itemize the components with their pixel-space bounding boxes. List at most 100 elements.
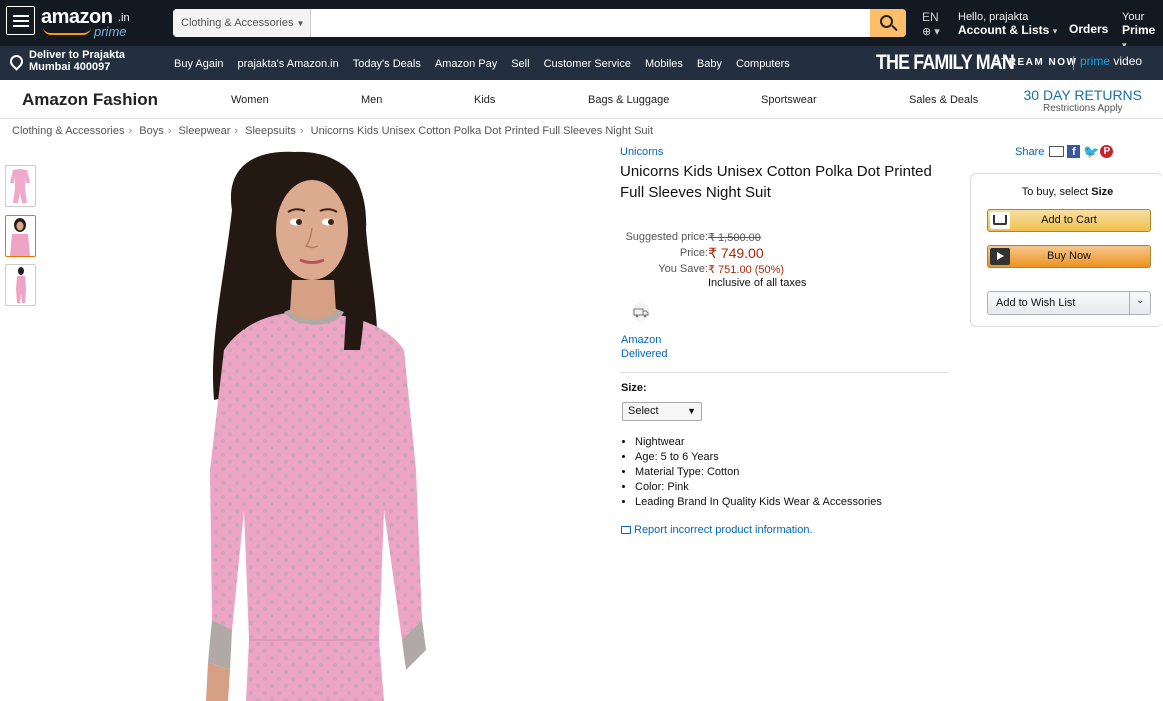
feature-bullet: Color: Pink — [635, 480, 882, 495]
buy-now-button[interactable]: Buy Now — [987, 245, 1151, 268]
language-selector[interactable]: EN ⊕ ▾ — [922, 10, 940, 38]
subnav-link-sell[interactable]: Sell — [511, 58, 529, 70]
location-pin-icon — [7, 52, 26, 71]
size-select-value: Select — [628, 405, 659, 417]
subnav-link-your-amazon[interactable]: prajakta's Amazon.in — [238, 58, 339, 70]
breadcrumb-separator-icon: › — [128, 125, 133, 137]
globe-icon: ⊕ ▾ — [922, 26, 940, 38]
size-label: Size: — [621, 382, 647, 394]
returns-banner[interactable]: 30 DAY RETURNS Restrictions Apply — [1023, 87, 1142, 114]
price-label: Price: — [679, 247, 708, 259]
search-input[interactable] — [311, 9, 871, 37]
thumbnail-3[interactable] — [5, 264, 36, 306]
cart-icon — [990, 212, 1010, 229]
prime-video-logo: prime video — [1080, 54, 1143, 68]
add-to-wish-list-button[interactable]: Add to Wish List ⌄ — [987, 291, 1151, 315]
buy-now-label: Buy Now — [1046, 250, 1092, 262]
wish-list-label: Add to Wish List — [996, 297, 1076, 309]
report-incorrect-info-link[interactable]: Report incorrect product information. — [621, 524, 813, 536]
play-icon — [990, 248, 1010, 265]
thumbnail-1[interactable] — [5, 165, 36, 207]
price-value: ₹ 749.00 — [708, 245, 764, 261]
report-text: Report incorrect product information. — [634, 524, 813, 536]
suggested-price-label: Suggested price: — [625, 231, 708, 243]
fashion-link-men[interactable]: Men — [361, 94, 382, 106]
breadcrumb-separator-icon: › — [234, 125, 239, 137]
breadcrumb: Clothing & Accessories › Boys › Sleepwear ›… — [12, 125, 653, 137]
account-lists-label: Account & Lists ▾ — [958, 23, 1058, 37]
deliver-line-2: Mumbai 400097 — [29, 61, 111, 73]
divider — [620, 372, 948, 373]
breadcrumb-item[interactable]: Sleepwear — [178, 125, 230, 137]
subnav-link-mobiles[interactable]: Mobiles — [645, 58, 683, 70]
logo-smile-icon — [43, 27, 91, 35]
inclusive-taxes-note: Inclusive of all taxes — [708, 277, 807, 289]
top-nav-bar: amazon .in prime Clothing & Accessories ▼… — [0, 0, 1163, 50]
fashion-link-sportswear[interactable]: Sportswear — [761, 94, 817, 106]
your-label: Your — [1122, 11, 1145, 23]
hamburger-menu-icon[interactable] — [6, 6, 35, 35]
deliver-line-1: Deliver to Prajakta — [29, 49, 125, 61]
model-thumbnail — [10, 218, 30, 256]
account-lists-menu[interactable]: Hello, prajakta Account & Lists ▾ — [958, 11, 1057, 38]
promo-stream-now: STREAM NOW — [993, 57, 1078, 68]
subnav-link-baby[interactable]: Baby — [697, 58, 722, 70]
suggested-price-value: ₹ 1,500.00 — [708, 232, 761, 244]
brand-link[interactable]: Unicorns — [620, 146, 663, 158]
facebook-icon[interactable]: f — [1067, 145, 1081, 158]
breadcrumb-item[interactable]: Clothing & Accessories — [12, 125, 125, 137]
add-to-cart-button[interactable]: Add to Cart — [987, 209, 1151, 232]
model-full-thumbnail — [16, 267, 26, 303]
share-label: Share — [1015, 145, 1045, 158]
logo-prime: prime — [94, 24, 127, 39]
pinterest-icon[interactable]: P — [1100, 145, 1114, 158]
logo-suffix: .in — [118, 12, 130, 24]
feature-bullet: Nightwear — [635, 435, 882, 450]
greeting-text: Hello, prajakta — [958, 11, 1029, 23]
pajama-flat-thumbnail — [10, 169, 30, 203]
subnav-link-amazon-pay[interactable]: Amazon Pay — [435, 58, 497, 70]
product-title: Unicorns Kids Unisex Cotton Polka Dot Pr… — [620, 163, 932, 201]
breadcrumb-item[interactable]: Boys — [139, 125, 163, 137]
search-button[interactable] — [870, 9, 906, 37]
email-icon[interactable] — [1049, 146, 1065, 157]
thumbnail-2-selected[interactable] — [5, 215, 36, 257]
subnav-link-computers[interactable]: Computers — [736, 58, 790, 70]
fashion-link-bags-luggage[interactable]: Bags & Luggage — [588, 94, 669, 106]
twitter-icon[interactable]: 🐦 — [1083, 145, 1099, 158]
subnav-link-todays-deals[interactable]: Today's Deals — [353, 58, 421, 70]
you-save-value: ₹ 751.00 (50%) — [708, 264, 785, 276]
delivered-line-2: Delivered — [621, 348, 668, 360]
add-to-cart-label: Add to Cart — [1041, 214, 1097, 226]
orders-link[interactable]: Orders — [1069, 22, 1108, 36]
subnav-link-buy-again[interactable]: Buy Again — [174, 58, 224, 70]
promo-divider — [1073, 56, 1074, 70]
feature-bullet: Material Type: Cotton — [635, 465, 882, 480]
breadcrumb-separator-icon: › — [299, 125, 304, 137]
buy-box: To buy, select Size Add to Cart Buy Now … — [970, 173, 1163, 327]
amazon-fashion-title[interactable]: Amazon Fashion — [22, 90, 158, 110]
feature-bullet: Leading Brand In Quality Kids Wear & Acc… — [635, 495, 882, 510]
wish-divider — [1129, 292, 1130, 314]
subnav-links: Buy Again prajakta's Amazon.in Today's D… — [174, 58, 804, 70]
fashion-category-bar: Amazon Fashion Women Men Kids Bags & Lug… — [0, 80, 1163, 119]
subnav-link-customer-service[interactable]: Customer Service — [544, 58, 631, 70]
chevron-down-icon: ▼ — [296, 19, 305, 28]
breadcrumb-separator-icon: › — [167, 125, 172, 137]
size-select-dropdown[interactable]: Select ▼ — [622, 402, 702, 421]
chevron-down-icon[interactable]: ⌄ — [1136, 295, 1144, 306]
fashion-link-women[interactable]: Women — [231, 94, 269, 106]
feature-bullet: Age: 5 to 6 Years — [635, 450, 882, 465]
deliver-address: Deliver to Prajakta Mumbai 400097 — [29, 49, 169, 73]
to-buy-select-size: To buy, select Size — [1021, 186, 1114, 198]
delivery-truck-icon — [632, 303, 650, 321]
delivered-line-1: Amazon — [621, 334, 662, 346]
product-main-image[interactable] — [184, 150, 444, 701]
fashion-link-sales-deals[interactable]: Sales & Deals — [909, 94, 978, 106]
search-category-dropdown[interactable]: Clothing & Accessories ▼ — [173, 9, 311, 37]
amazon-delivered-link[interactable]: Amazon Delivered — [621, 333, 667, 361]
fashion-link-kids[interactable]: Kids — [474, 94, 495, 106]
share-bar: Share f 🐦 P — [1015, 145, 1114, 158]
breadcrumb-item[interactable]: Sleepsuits — [245, 125, 296, 137]
breadcrumb-item-current[interactable]: Unicorns Kids Unisex Cotton Polka Dot Pr… — [311, 125, 653, 137]
